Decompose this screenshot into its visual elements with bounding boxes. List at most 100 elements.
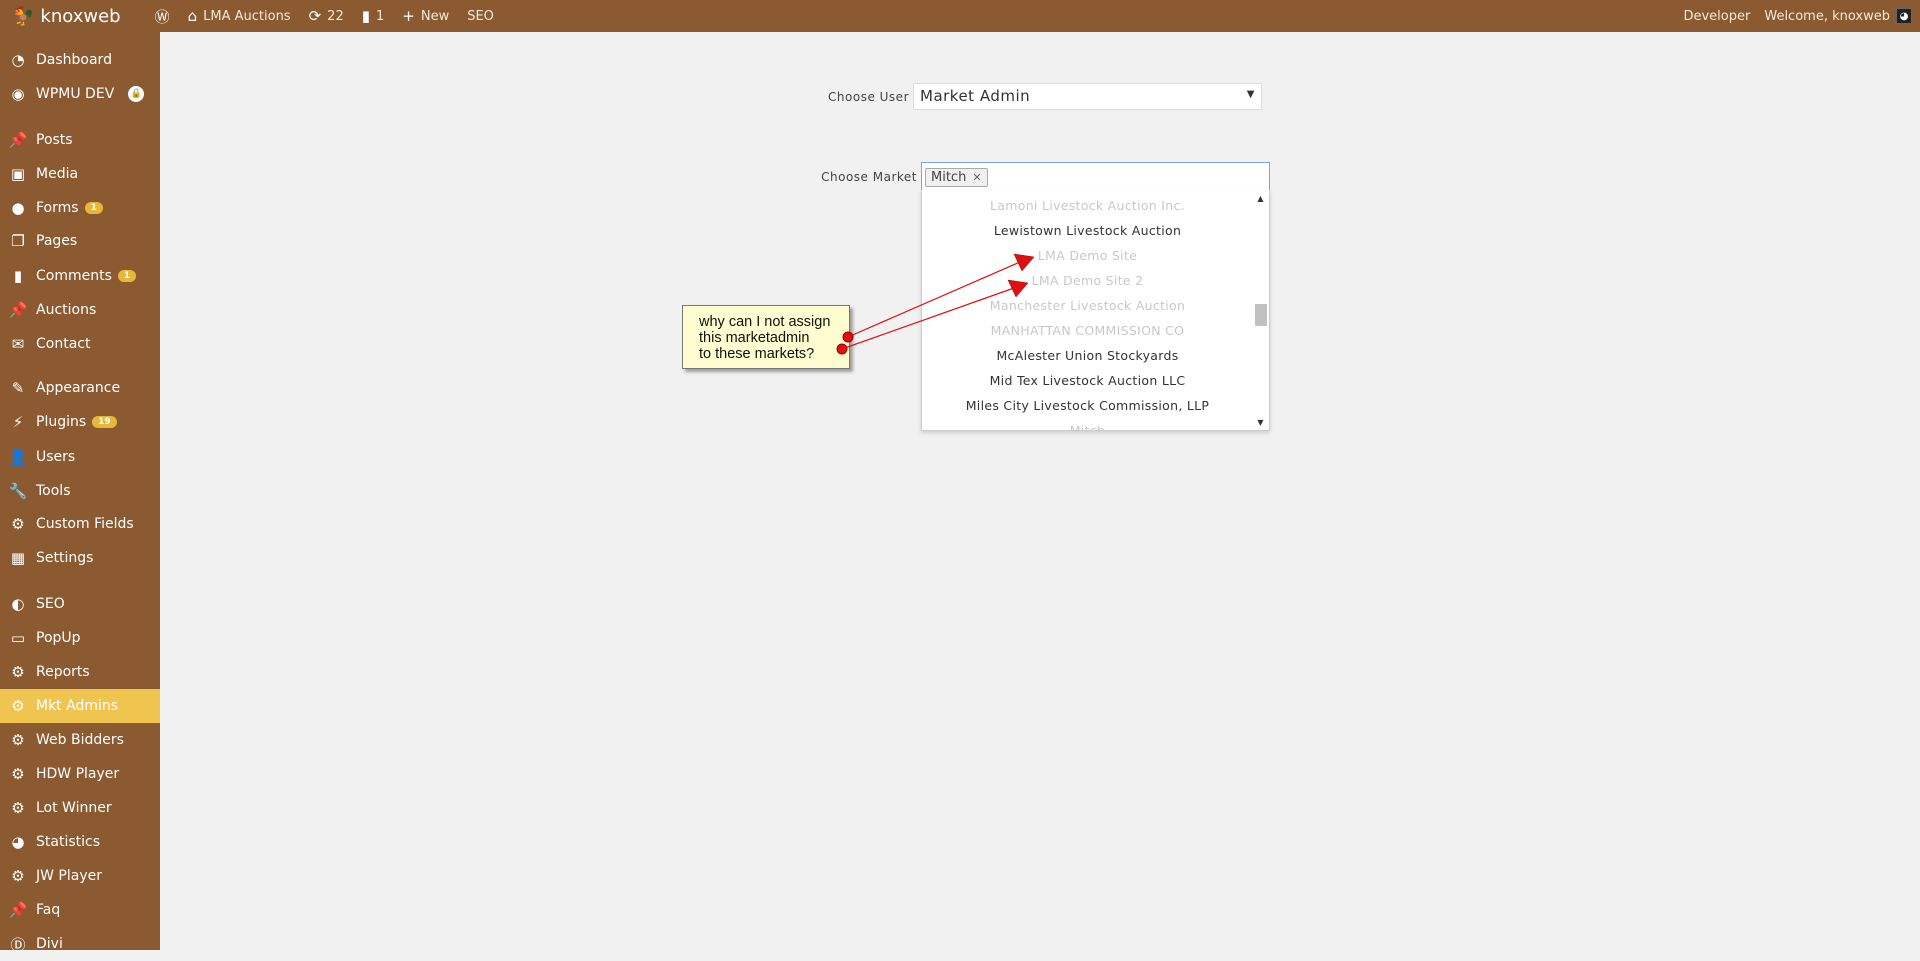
sidebar-item-custom-fields[interactable]: ⚙ Custom Fields: [0, 507, 160, 541]
sidebar-item-label: Plugins: [36, 414, 87, 430]
gear-icon: ⚙: [11, 765, 25, 783]
sidebar-item-label: Dashboard: [36, 52, 112, 68]
annotation-note: why can I not assign this marketadmin to…: [682, 305, 850, 369]
scroll-thumb[interactable]: [1255, 304, 1267, 326]
lock-icon: 🔒: [128, 86, 145, 102]
forms-icon: ●: [11, 199, 25, 217]
sidebar-item-label: Reports: [36, 664, 90, 680]
home-icon: ⌂: [187, 7, 198, 25]
market-option: MANHATTAN COMMISSION CO: [990, 323, 1185, 338]
settings-icon: ▦: [10, 549, 26, 567]
market-option: LMA Demo Site: [1037, 248, 1138, 263]
sidebar-item-pages[interactable]: ❐ Pages: [0, 224, 160, 258]
updates-link[interactable]: ⟳ 22: [309, 7, 344, 25]
sidebar-item-wpmu-dev[interactable]: ◉ WPMU DEV 🔒: [0, 77, 160, 111]
sidebar-item-popup[interactable]: ▭ PopUp: [0, 621, 160, 655]
market-option[interactable]: Miles City Livestock Commission, LLP: [922, 393, 1253, 418]
comments-link[interactable]: ▮ 1: [362, 7, 385, 25]
mail-icon: ✉: [11, 335, 25, 353]
sidebar-item-divi[interactable]: Ⓓ Divi: [0, 927, 160, 961]
scroll-down-icon[interactable]: ▼: [1252, 418, 1269, 427]
choose-market-label: Choose Market: [821, 170, 917, 184]
new-content-link[interactable]: + New: [402, 7, 449, 25]
chevron-down-icon: ▼: [1246, 89, 1255, 100]
sidebar-item-forms[interactable]: ● Forms 1: [0, 191, 160, 225]
sidebar-item-label: Auctions: [36, 302, 97, 318]
sidebar-item-web-bidders[interactable]: ⚙ Web Bidders: [0, 723, 160, 757]
sidebar-item-hdw-player[interactable]: ⚙ HDW Player: [0, 757, 160, 791]
choose-market-input[interactable]: Mitch ✕: [921, 162, 1270, 191]
sidebar-item-users[interactable]: 👤 Users: [0, 440, 160, 474]
market-option[interactable]: McAlester Union Stockyards: [922, 343, 1253, 368]
sidebar-item-contact[interactable]: ✉ Contact: [0, 327, 160, 361]
site-link[interactable]: ⌂ LMA Auctions: [188, 7, 291, 25]
media-icon: ▣: [10, 165, 26, 183]
seo-link[interactable]: SEO: [467, 9, 494, 24]
sidebar-item-reports[interactable]: ⚙ Reports: [0, 655, 160, 689]
wordpress-menu[interactable]: Ⓦ: [155, 6, 170, 27]
note-line: to these markets?: [699, 346, 815, 362]
market-option[interactable]: Lewistown Livestock Auction: [922, 218, 1253, 243]
sidebar-item-label: SEO: [36, 596, 65, 612]
market-option: Lamoni Livestock Auction Inc.: [990, 198, 1185, 213]
sidebar-item-tools[interactable]: 🔧 Tools: [0, 474, 160, 508]
admin-sidebar: ◔ Dashboard ◉ WPMU DEV 🔒 📌 Posts ▣ Media ● Forms 1 ❐…: [0, 32, 160, 954]
market-option: Manchester Livestock Auction: [989, 298, 1186, 313]
market-option[interactable]: Mid Tex Livestock Auction LLC: [922, 368, 1253, 393]
choose-user-select[interactable]: Market Admin ▼: [913, 83, 1262, 110]
refresh-icon: ⟳: [308, 7, 322, 25]
sidebar-item-seo[interactable]: ◐ SEO: [0, 587, 160, 621]
note-line: this marketadmin: [699, 330, 810, 346]
sidebar-item-label: WPMU DEV: [36, 86, 115, 102]
sidebar-item-label: Web Bidders: [36, 732, 124, 748]
scroll-up-icon[interactable]: ▲: [1252, 194, 1269, 203]
scrollbar[interactable]: ▲ ▼: [1252, 190, 1269, 430]
sidebar-item-label: Comments: [36, 268, 112, 284]
avatar: ◕: [1896, 8, 1912, 24]
sidebar-item-label: Settings: [36, 550, 94, 566]
wpmu-icon: ◉: [11, 85, 25, 103]
developer-link[interactable]: Developer: [1683, 9, 1750, 24]
sidebar-item-label: Statistics: [36, 834, 100, 850]
dashboard-icon: ◔: [11, 51, 25, 69]
wrench-icon: 🔧: [8, 482, 28, 500]
sidebar-item-label: Custom Fields: [36, 516, 134, 532]
count-badge: 19: [92, 416, 117, 428]
plus-icon: +: [402, 7, 415, 25]
plugin-icon: ⚡: [12, 413, 24, 431]
divi-icon: Ⓓ: [10, 935, 26, 954]
sidebar-item-auctions[interactable]: 📌 Auctions: [0, 293, 160, 327]
market-option: Mitch: [1069, 423, 1106, 431]
account-menu[interactable]: Welcome, knoxweb ◕: [1764, 8, 1912, 24]
sidebar-item-label: Posts: [36, 132, 73, 148]
remove-tag-icon[interactable]: ✕: [972, 171, 981, 184]
sidebar-item-comments[interactable]: ▮ Comments 1: [0, 259, 160, 293]
sidebar-item-faq[interactable]: 📌 Faq: [0, 893, 160, 927]
site-brand[interactable]: 🐓 knoxweb: [12, 6, 121, 27]
sidebar-item-posts[interactable]: 📌 Posts: [0, 123, 160, 157]
sidebar-item-media[interactable]: ▣ Media: [0, 157, 160, 191]
sidebar-item-statistics[interactable]: ◕ Statistics: [0, 825, 160, 859]
sidebar-item-dashboard[interactable]: ◔ Dashboard: [0, 43, 160, 77]
sidebar-item-label: Contact: [36, 336, 91, 352]
sidebar-item-plugins[interactable]: ⚡ Plugins 19: [0, 405, 160, 439]
sidebar-item-label: Media: [36, 166, 79, 182]
sidebar-item-lot-winner[interactable]: ⚙ Lot Winner: [0, 791, 160, 825]
annotation-arrows: [836, 253, 1035, 355]
sidebar-item-jw-player[interactable]: ⚙ JW Player: [0, 859, 160, 893]
note-line: why can I not assign: [699, 314, 831, 330]
gear-icon: ⚙: [11, 515, 25, 533]
sidebar-item-label: JW Player: [36, 868, 102, 884]
sidebar-item-settings[interactable]: ▦ Settings: [0, 541, 160, 575]
sidebar-item-label: HDW Player: [36, 766, 120, 782]
sidebar-item-label: PopUp: [36, 630, 81, 646]
count-badge: 1: [84, 202, 103, 214]
pin-icon: 📌: [8, 301, 28, 319]
choose-user-label: Choose User: [828, 90, 909, 104]
sidebar-item-mkt-admins[interactable]: ⚙ Mkt Admins: [0, 689, 160, 723]
sidebar-item-appearance[interactable]: ✎ Appearance: [0, 371, 160, 405]
count-badge: 1: [117, 270, 137, 282]
admin-bar: 🐓 knoxweb Ⓦ ⌂ LMA Auctions ⟳ 22 ▮ 1 + New SEO…: [0, 0, 1920, 32]
wordpress-icon: Ⓦ: [154, 7, 170, 26]
market-option: LMA Demo Site 2: [1031, 273, 1144, 288]
